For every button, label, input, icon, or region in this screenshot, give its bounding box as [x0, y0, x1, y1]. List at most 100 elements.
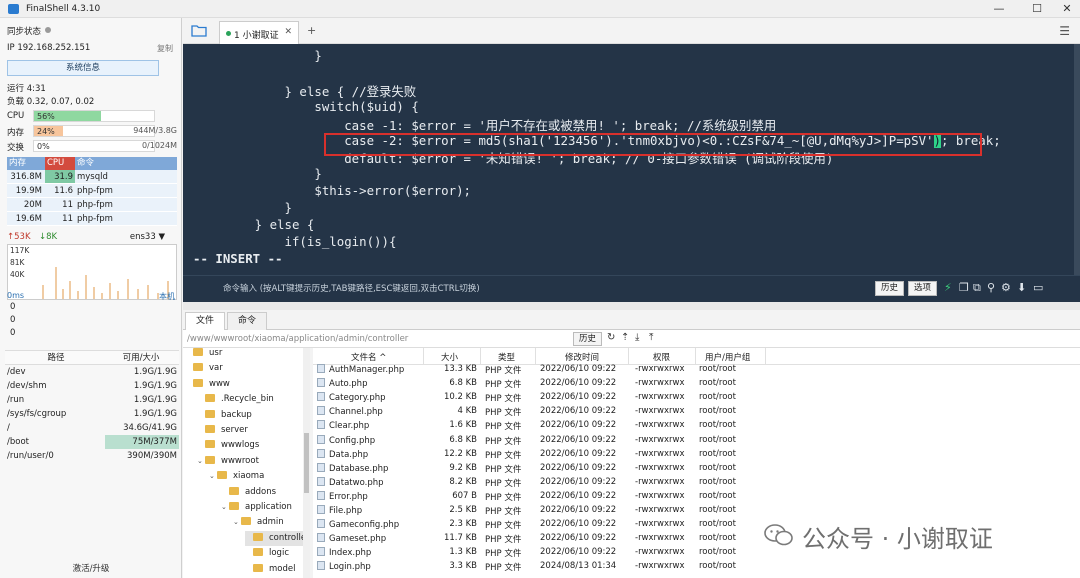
minimize-button[interactable]: —: [992, 3, 1006, 15]
column-cpu[interactable]: CPU: [45, 157, 75, 170]
tree-item[interactable]: backup: [197, 408, 252, 423]
system-info-button[interactable]: 系统信息: [7, 60, 159, 76]
process-row[interactable]: 19.6M 11 php-fpm: [7, 212, 177, 226]
process-row[interactable]: 20M 11 php-fpm: [7, 198, 177, 212]
column-path[interactable]: 路径: [5, 351, 105, 364]
disk-row[interactable]: /dev 1.9G/1.9G: [5, 365, 179, 379]
column-type[interactable]: 类型: [498, 351, 515, 363]
tree-item[interactable]: addons: [221, 485, 276, 500]
tab-files[interactable]: 文件: [185, 312, 226, 330]
tree-scrollbar-thumb[interactable]: [304, 433, 309, 493]
disk-row[interactable]: /run/user/0 390M/390M: [5, 449, 179, 463]
file-permissions: -rwxrwxrwx: [635, 420, 685, 431]
column-filename[interactable]: 文件名 ^: [351, 351, 386, 363]
tree-item[interactable]: ⌄ application: [221, 500, 292, 515]
copy-ip-button[interactable]: 复制: [157, 43, 173, 54]
file-size: 2.5 KB: [449, 505, 477, 515]
file-row[interactable]: Auto.php 6.8 KB PHP 文件 2022/06/10 09:22 -rwx…: [313, 377, 783, 391]
file-row[interactable]: Category.php 10.2 KB PHP 文件 2022/06/10 09:2…: [313, 391, 783, 405]
tree-item[interactable]: ⌄ xiaoma: [209, 469, 264, 484]
options-button[interactable]: 选项: [908, 281, 938, 296]
disk-row[interactable]: /boot 75M/377M: [5, 435, 179, 449]
folder-open-icon[interactable]: [191, 24, 207, 37]
tree-scrollbar[interactable]: [303, 348, 310, 578]
file-row[interactable]: Config.php 6.8 KB PHP 文件 2022/06/10 09:22 -r…: [313, 434, 783, 448]
tree-item[interactable]: ⌄ wwwroot: [197, 454, 259, 469]
command-input[interactable]: 命令输入 (按ALT键提示历史,TAB键路径,ESC键返回,双击CTRL切换): [223, 282, 480, 294]
process-row[interactable]: 316.8M 31.9 mysqld: [7, 170, 177, 184]
search-icon[interactable]: ⚲: [987, 281, 995, 294]
paste-icon[interactable]: ⧉: [973, 281, 981, 295]
column-memory[interactable]: 内存: [7, 157, 45, 170]
terminal-scrollbar[interactable]: [1074, 44, 1080, 275]
download-icon[interactable]: ⤓: [635, 332, 639, 343]
column-command[interactable]: 命令: [75, 157, 177, 170]
expand-arrow-icon[interactable]: ⌄: [197, 454, 205, 469]
lightning-icon[interactable]: ⚡: [944, 281, 952, 294]
column-available-size[interactable]: 可用/大小: [105, 351, 179, 364]
app-logo-icon: [8, 4, 19, 14]
add-tab-icon[interactable]: +: [307, 24, 316, 37]
file-row[interactable]: Data.php 12.2 KB PHP 文件 2022/06/10 09:22 -rw…: [313, 448, 783, 462]
history-button[interactable]: 历史: [875, 281, 905, 296]
column-modified[interactable]: 修改时间: [565, 351, 599, 363]
tree-item[interactable]: .Recycle_bin: [197, 392, 274, 407]
tree-item[interactable]: www: [185, 377, 230, 392]
refresh-icon[interactable]: ↻: [607, 332, 615, 343]
path-input[interactable]: /www/wwwroot/xiaoma/application/admin/co…: [187, 334, 408, 344]
tree-item[interactable]: ⌄ admin: [233, 515, 284, 530]
expand-arrow-icon[interactable]: ⌄: [221, 500, 229, 515]
file-row[interactable]: Index.php 1.3 KB PHP 文件 2022/06/10 09:22 -rw…: [313, 546, 783, 560]
tree-item[interactable]: usr: [185, 348, 222, 361]
process-row[interactable]: 19.9M 11.6 php-fpm: [7, 184, 177, 198]
terminal[interactable]: } } else { //登录失败 switch($uid) { case -1…: [183, 44, 1080, 275]
expand-arrow-icon[interactable]: ⌄: [233, 515, 241, 530]
disk-row[interactable]: /run 1.9G/1.9G: [5, 393, 179, 407]
column-owner[interactable]: 用户/用户组: [705, 351, 750, 363]
tree-item[interactable]: server: [197, 423, 248, 438]
tab-commands[interactable]: 命令: [227, 312, 268, 330]
file-row[interactable]: File.php 2.5 KB PHP 文件 2022/06/10 09:22 -rwx…: [313, 504, 783, 518]
file-row[interactable]: Login.php 3.3 KB PHP 文件 2024/08/13 01:34 -rw…: [313, 560, 783, 574]
tree-item[interactable]: logic: [245, 546, 289, 561]
disk-row[interactable]: /sys/fs/cgroup 1.9G/1.9G: [5, 407, 179, 421]
activate-upgrade-link[interactable]: 激活/升级: [0, 562, 182, 574]
close-window-button[interactable]: ✕: [1060, 3, 1074, 15]
tree-item[interactable]: controller: [245, 530, 303, 546]
tree-item[interactable]: model: [245, 562, 295, 577]
interface-select[interactable]: ens33 ▼: [130, 232, 165, 242]
up-folder-icon[interactable]: ⇡: [621, 332, 629, 343]
column-size[interactable]: 大小: [441, 351, 458, 363]
disk-row[interactable]: / 34.6G/41.9G: [5, 421, 179, 435]
file-row[interactable]: Channel.php 4 KB PHP 文件 2022/06/10 09:22 -rw…: [313, 405, 783, 419]
expand-arrow-icon[interactable]: ⌄: [209, 469, 217, 484]
window-icon[interactable]: ▭: [1033, 281, 1043, 294]
close-tab-icon[interactable]: ✕: [284, 27, 292, 37]
file-row[interactable]: AuthManager.php 13.3 KB PHP 文件 2022/06/10 0…: [313, 363, 783, 377]
file-row[interactable]: Error.php 607 B PHP 文件 2022/06/10 09:22 -rwx…: [313, 490, 783, 504]
file-row[interactable]: Database.php 9.2 KB PHP 文件 2022/06/10 09:22…: [313, 462, 783, 476]
disk-row[interactable]: /dev/shm 1.9G/1.9G: [5, 379, 179, 393]
watermark-text: 公众号 · 小谢取证: [802, 525, 993, 553]
file-row[interactable]: Datatwo.php 8.2 KB PHP 文件 2022/06/10 09:22 -…: [313, 476, 783, 490]
file-type: PHP 文件: [485, 394, 522, 405]
tab-session[interactable]: 1 小谢取证 ✕: [219, 21, 299, 44]
gear-icon[interactable]: ⚙: [1001, 281, 1011, 294]
panel-splitter[interactable]: [183, 302, 1080, 310]
file-permissions: -rwxrwxrwx: [635, 561, 685, 572]
path-history-button[interactable]: 历史: [573, 332, 603, 346]
tree-item[interactable]: wwwlogs: [197, 438, 259, 453]
maximize-button[interactable]: ☐: [1030, 3, 1044, 15]
upload-icon[interactable]: ⤒: [649, 332, 653, 343]
file-row[interactable]: Gameset.php 11.7 KB PHP 文件 2022/06/10 09:22…: [313, 532, 783, 546]
tab-menu-icon[interactable]: ☰: [1059, 24, 1070, 38]
file-owner: root/root: [699, 561, 736, 572]
arrow-down-icon[interactable]: ⬇: [1017, 281, 1026, 294]
copy-icon[interactable]: ❐: [959, 281, 969, 294]
tree-item[interactable]: var: [185, 361, 223, 376]
file-row[interactable]: Clear.php 1.6 KB PHP 文件 2022/06/10 09:22 -rw…: [313, 419, 783, 433]
file-modified: 2022/06/10 09:22: [540, 533, 617, 544]
file-row[interactable]: Gameconfig.php 2.3 KB PHP 文件 2022/06/10 09:…: [313, 518, 783, 532]
column-permissions[interactable]: 权限: [653, 351, 670, 363]
ping-host[interactable]: 本机: [159, 291, 175, 302]
